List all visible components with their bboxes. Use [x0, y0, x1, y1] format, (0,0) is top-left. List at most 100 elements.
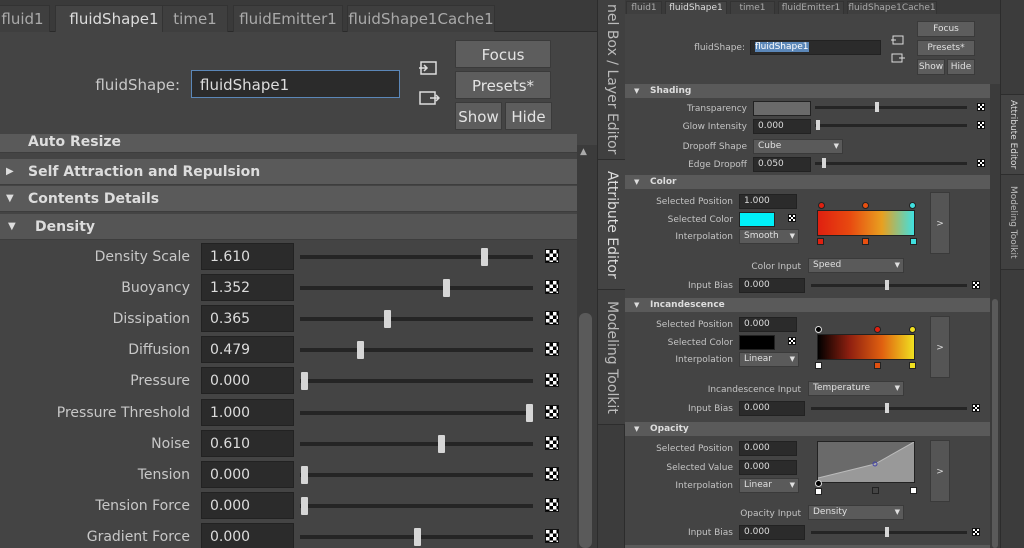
tab-attribute-editor[interactable]: Attribute Editor — [1001, 95, 1024, 175]
incandescence-input-bias-slider-handle[interactable] — [885, 403, 889, 413]
attribute-slider-handle[interactable] — [301, 372, 308, 390]
scrollbar-thumb[interactable] — [992, 299, 998, 548]
map-checker-icon[interactable] — [545, 436, 559, 450]
attribute-value-field[interactable]: 0.479 — [201, 336, 294, 363]
attribute-slider-handle[interactable] — [526, 404, 533, 422]
attribute-value-field[interactable]: 0.610 — [201, 430, 294, 457]
opacity-input-bias-field[interactable]: 0.000 — [739, 525, 805, 540]
incandescence-selected-position-field[interactable]: 0.000 — [739, 317, 797, 332]
attribute-slider[interactable] — [300, 442, 533, 446]
opacity-curve-delete-icon[interactable] — [910, 487, 917, 494]
map-checker-icon[interactable] — [977, 103, 985, 111]
incandescence-ramp-marker[interactable] — [874, 326, 881, 333]
map-checker-icon[interactable] — [545, 249, 559, 263]
map-checker-icon[interactable] — [977, 121, 985, 129]
color-ramp-more-button[interactable]: > — [930, 192, 950, 254]
color-ramp[interactable] — [817, 210, 915, 236]
glow-intensity-slider[interactable] — [815, 124, 967, 127]
attribute-value-field[interactable]: 0.000 — [201, 461, 294, 488]
color-interpolation-dropdown[interactable]: Smooth ▼ — [739, 229, 799, 244]
focus-button[interactable]: Focus — [917, 21, 975, 37]
attribute-slider[interactable] — [300, 286, 533, 290]
color-ramp-delete-icon[interactable] — [817, 238, 824, 245]
tab-fluid1[interactable]: fluid1 — [626, 1, 662, 14]
incandescence-ramp-marker[interactable] — [909, 326, 916, 333]
tab-fluidEmitter1[interactable]: fluidEmitter1 — [778, 1, 844, 14]
color-ramp-marker[interactable] — [818, 202, 825, 209]
opacity-input-bias-slider-handle[interactable] — [885, 527, 889, 537]
attribute-slider-handle[interactable] — [301, 466, 308, 484]
go-to-input-icon[interactable] — [418, 59, 440, 77]
glow-intensity-slider-handle[interactable] — [816, 120, 820, 130]
presets-button[interactable]: Presets* — [455, 71, 551, 99]
go-to-input-icon[interactable] — [891, 31, 905, 45]
incandescence-input-bias-slider[interactable] — [811, 407, 967, 410]
tab-modeling-toolkit[interactable]: Modeling Toolkit — [598, 290, 626, 425]
section-color[interactable]: ▼ Color — [625, 175, 993, 189]
tab-fluidShape1Cache1[interactable]: fluidShape1Cache1 — [347, 5, 495, 32]
opacity-curve-delete-icon[interactable] — [872, 487, 879, 494]
node-name-field[interactable]: fluidShape1 — [191, 70, 400, 98]
transparency-swatch[interactable] — [753, 101, 811, 116]
color-input-bias-slider-handle[interactable] — [885, 280, 889, 290]
map-checker-icon[interactable] — [545, 529, 559, 543]
color-input-dropdown[interactable]: Speed ▼ — [808, 258, 904, 273]
incandescence-input-bias-field[interactable]: 0.000 — [739, 401, 805, 416]
attribute-slider[interactable] — [300, 348, 533, 352]
map-checker-icon[interactable] — [545, 467, 559, 481]
presets-button[interactable]: Presets* — [917, 40, 975, 56]
edge-dropoff-slider[interactable] — [815, 162, 967, 165]
tab-fluidEmitter1[interactable]: fluidEmitter1 — [233, 5, 343, 32]
tab-time1[interactable]: time1 — [730, 1, 775, 14]
attribute-slider-handle[interactable] — [384, 310, 392, 328]
section-opacity[interactable]: ▼ Opacity — [625, 422, 993, 436]
opacity-curve[interactable] — [817, 441, 915, 483]
opacity-selected-position-field[interactable]: 0.000 — [739, 441, 797, 456]
tab-fluidShape1[interactable]: fluidShape1 — [665, 1, 727, 14]
glow-intensity-field[interactable]: 0.000 — [753, 119, 811, 134]
map-checker-icon[interactable] — [545, 280, 559, 294]
attribute-slider-handle[interactable] — [357, 341, 365, 359]
attribute-slider[interactable] — [300, 504, 533, 508]
map-checker-icon[interactable] — [972, 528, 980, 536]
attribute-slider-handle[interactable] — [481, 248, 488, 266]
color-ramp-marker[interactable] — [909, 202, 916, 209]
map-checker-icon[interactable] — [545, 373, 559, 387]
attribute-value-field[interactable]: 1.610 — [201, 243, 294, 270]
attribute-slider-handle[interactable] — [301, 497, 308, 515]
attribute-slider-handle[interactable] — [413, 528, 421, 546]
incandescence-input-dropdown[interactable]: Temperature ▼ — [808, 381, 904, 396]
opacity-curve-more-button[interactable]: > — [930, 440, 950, 502]
attribute-value-field[interactable]: 0.000 — [201, 367, 294, 394]
focus-button[interactable]: Focus — [455, 40, 551, 68]
tab-fluidShape1Cache1[interactable]: fluidShape1Cache1 — [847, 1, 937, 14]
map-checker-icon[interactable] — [545, 498, 559, 512]
section-self-attraction[interactable]: ▶ Self Attraction and Repulsion — [0, 159, 577, 185]
map-checker-icon[interactable] — [972, 281, 980, 289]
color-ramp-marker[interactable] — [862, 202, 869, 209]
color-input-bias-field[interactable]: 0.000 — [739, 278, 805, 293]
opacity-input-bias-slider[interactable] — [811, 531, 967, 534]
section-shading[interactable]: ▼ Shading — [625, 84, 993, 98]
attribute-slider-handle[interactable] — [438, 435, 446, 453]
tab-fluidShape1[interactable]: fluidShape1 — [55, 5, 173, 32]
section-density[interactable]: ▼ Density — [0, 214, 577, 240]
opacity-selected-value-field[interactable]: 0.000 — [739, 460, 797, 475]
go-to-output-icon[interactable] — [891, 49, 905, 63]
incandescence-ramp-delete-icon[interactable] — [909, 362, 916, 369]
color-ramp-delete-icon[interactable] — [862, 238, 869, 245]
attribute-slider[interactable] — [300, 411, 533, 415]
map-checker-icon[interactable] — [788, 214, 796, 222]
incandescence-ramp-more-button[interactable]: > — [930, 316, 950, 378]
tab-modeling-toolkit[interactable]: Modeling Toolkit — [1001, 175, 1024, 270]
transparency-slider[interactable] — [815, 106, 967, 109]
attribute-value-field[interactable]: 0.000 — [201, 523, 294, 548]
scroll-up-icon[interactable]: ▲ — [580, 147, 587, 157]
tab-fluid1[interactable]: fluid1 — [0, 5, 50, 32]
color-selected-position-field[interactable]: 1.000 — [739, 194, 797, 209]
tab-attribute-editor[interactable]: Attribute Editor — [598, 160, 626, 290]
color-ramp-delete-icon[interactable] — [910, 238, 917, 245]
opacity-input-dropdown[interactable]: Density ▼ — [808, 505, 904, 520]
attribute-slider[interactable] — [300, 255, 533, 259]
tab-channel-box[interactable]: nel Box / Layer Editor — [598, 0, 626, 160]
